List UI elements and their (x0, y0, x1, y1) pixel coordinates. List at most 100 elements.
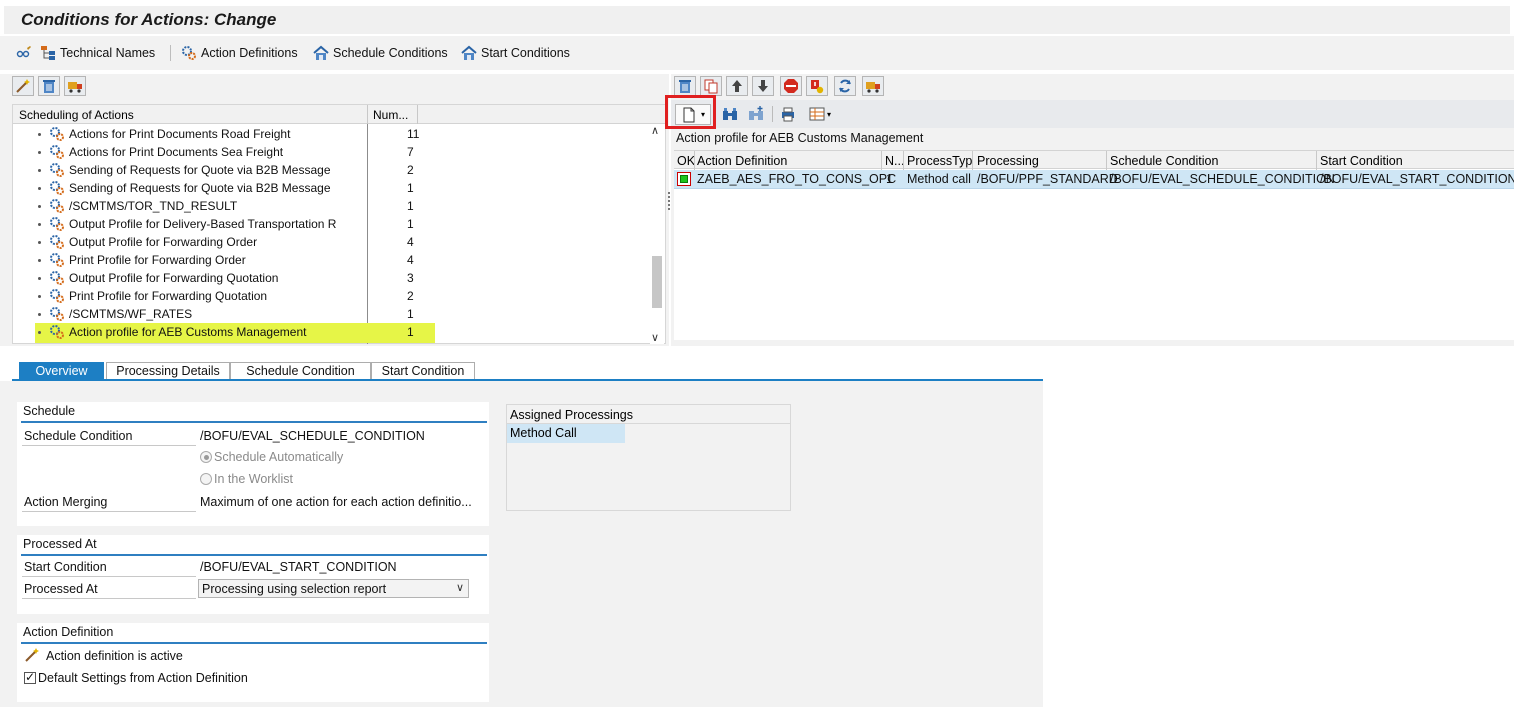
tree-row-label: Output Profile for Forwarding Quotation (69, 271, 279, 285)
tree-row-label: Print Profile for Forwarding Order (69, 253, 246, 267)
tree-row-label: Actions for Print Documents Sea Freight (69, 145, 284, 159)
schedule-conditions-button[interactable]: Schedule Conditions (313, 44, 448, 62)
table-row[interactable]: ZAEB_AES_FRO_TO_CONS_OPC 1 Method call /… (674, 170, 1514, 189)
move-up-button[interactable] (726, 76, 748, 96)
tab-processing-details[interactable]: Processing Details (106, 362, 230, 380)
tree-row[interactable]: Sending of Requests for Quote via B2B Me… (13, 179, 649, 197)
gears-icon (49, 288, 65, 304)
schedule-automatically-radio[interactable] (200, 451, 212, 463)
tree-row[interactable]: Print Profile for Forwarding Quotation 2 (13, 287, 649, 305)
printer-icon (780, 106, 796, 122)
copy-button[interactable] (700, 76, 722, 96)
col-schedule-condition[interactable]: Schedule Condition (1110, 154, 1218, 168)
scheduling-tree: Scheduling of Actions Num... Actions for… (12, 104, 666, 344)
column-divider (903, 151, 904, 170)
tree-row[interactable]: Output Profile for Forwarding Order 4 (13, 233, 649, 251)
col-ok[interactable]: OK (677, 154, 695, 168)
move-down-button[interactable] (752, 76, 774, 96)
group-underline (21, 554, 487, 556)
tree-row-label: Print Profile for Forwarding Quotation (69, 289, 268, 303)
delete-button[interactable] (38, 76, 60, 96)
action-merging-label: Action Merging (24, 495, 108, 509)
worklist-radio[interactable] (200, 473, 212, 485)
truck-icon (865, 78, 881, 94)
processed-at-label: Processed At (24, 582, 98, 596)
tab-schedule-condition[interactable]: Schedule Condition (230, 362, 371, 380)
arrow-down-icon (755, 78, 771, 94)
default-settings-checkbox[interactable] (24, 670, 36, 684)
transport-button[interactable] (64, 76, 86, 96)
binoculars-icon (722, 106, 738, 122)
schedule-automatically-label: Schedule Automatically (214, 450, 344, 464)
refresh-icon (837, 78, 853, 94)
tree-row[interactable]: Print Profile for Forwarding Order 4 (13, 251, 649, 269)
toolbar-separator (170, 45, 171, 61)
tree-row[interactable]: Actions for Print Documents Sea Freight 7 (13, 143, 649, 161)
create-button[interactable] (12, 76, 34, 96)
tree-row[interactable]: Sending of Requests for Quote via B2B Me… (13, 161, 649, 179)
tree-row[interactable]: Output Profile for Forwarding Quotation 3 (13, 269, 649, 287)
tree-row-label: /SCMTMS/TOR_TND_RESULT (69, 199, 238, 213)
col-number[interactable]: N... (885, 154, 904, 168)
tree-col-num[interactable]: Num... (373, 108, 408, 122)
gears-icon (49, 180, 65, 196)
refresh-button[interactable] (834, 76, 856, 96)
tree-scrollbar[interactable]: ∧ ∨ (650, 124, 664, 344)
assigned-item-label: Method Call (510, 426, 577, 440)
tree-bullet (38, 187, 41, 190)
gears-icon (49, 162, 65, 178)
delete-button-right[interactable] (674, 76, 696, 96)
technical-names-button[interactable]: Technical Names (40, 44, 155, 62)
processed-at-select[interactable]: Processing using selection report ∨ (198, 579, 469, 598)
assigned-header: Assigned Processings (507, 405, 790, 424)
alert-button[interactable] (806, 76, 828, 96)
tree-row[interactable]: Actions for Print Documents Road Freight… (13, 125, 649, 143)
alert-icon (809, 78, 825, 94)
trash-icon (41, 78, 57, 94)
status-indicator (677, 172, 691, 186)
start-condition-value: /BOFU/EVAL_START_CONDITION (200, 560, 397, 574)
schedule-conditions-label: Schedule Conditions (333, 46, 448, 60)
tree-row-count: 1 (407, 325, 414, 339)
display-change-button[interactable] (16, 44, 32, 62)
action-definitions-label: Action Definitions (201, 46, 298, 60)
stop-button[interactable] (780, 76, 802, 96)
processed-at-group: Processed At Start Condition /BOFU/EVAL_… (17, 535, 489, 614)
tree-row-count: 7 (407, 145, 414, 159)
gears-icon (49, 144, 65, 160)
find-next-button[interactable] (745, 104, 767, 124)
col-action-definition[interactable]: Action Definition (697, 154, 787, 168)
glasses-pencil-icon (16, 45, 32, 61)
tab-overview[interactable]: Overview (19, 362, 104, 380)
tree-col-name[interactable]: Scheduling of Actions (19, 108, 134, 122)
magic-wand-icon (15, 78, 31, 94)
tab-start-condition[interactable]: Start Condition (371, 362, 475, 380)
tree-row-label: Action profile for AEB Customs Managemen… (69, 325, 307, 339)
chevron-down-icon: ∨ (455, 582, 464, 594)
copy-icon (703, 78, 719, 94)
tree-row-label: Output Profile for Forwarding Order (69, 235, 258, 249)
print-button[interactable] (777, 104, 799, 124)
action-definitions-button[interactable]: Action Definitions (181, 44, 298, 62)
assigned-item[interactable]: Method Call (507, 424, 625, 443)
tree-bullet (38, 259, 41, 262)
transport-button-right[interactable] (862, 76, 884, 96)
tree-row[interactable]: Action profile for AEB Customs Managemen… (13, 323, 649, 343)
layout-button[interactable]: ▾ (803, 104, 837, 124)
default-settings-label: Default Settings from Action Definition (38, 671, 248, 685)
tree-row-count: 11 (407, 127, 420, 141)
tree-row[interactable]: /SCMTMS/WF_RATES 1 (13, 305, 649, 323)
find-button[interactable] (719, 104, 741, 124)
gears-icon (49, 198, 65, 214)
tree-bullet (38, 331, 41, 334)
tree-row[interactable]: Output Profile for Delivery-Based Transp… (13, 215, 649, 233)
scroll-thumb[interactable] (652, 256, 662, 308)
gears-icon (49, 126, 65, 142)
col-process-type[interactable]: ProcessTyp (907, 154, 972, 168)
tree-row[interactable]: /SCMTMS/TOR_TND_RESULT 1 (13, 197, 649, 215)
col-processing[interactable]: Processing (977, 154, 1039, 168)
scroll-down-icon[interactable]: ∨ (651, 331, 659, 344)
col-start-condition[interactable]: Start Condition (1320, 154, 1403, 168)
scroll-up-icon[interactable]: ∧ (651, 124, 659, 137)
start-conditions-button[interactable]: Start Conditions (461, 44, 570, 62)
